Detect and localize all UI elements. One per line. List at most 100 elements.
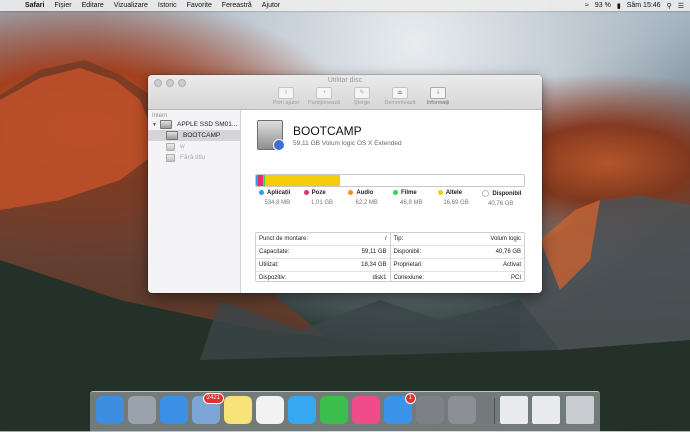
first-aid-label: Prim ajutor (272, 100, 300, 106)
battery-icon[interactable]: ▮ (617, 2, 621, 10)
audio-color-dot (348, 190, 354, 195)
sidebar: Intern ▼ APPLE SSD SM01... BOOTCAMP w Fă… (148, 110, 241, 293)
window-title: Utilitar disc (327, 77, 363, 84)
menu-history[interactable]: Istoric (158, 2, 177, 9)
legend-photos: Poze 1,01 GB (300, 190, 345, 207)
info-value: 40,76 GB (495, 249, 521, 255)
legend-other: Altele 16,69 GB (434, 190, 479, 207)
sidebar-item-bootcamp[interactable]: BOOTCAMP (148, 130, 240, 141)
battery-percent[interactable]: 93 % (595, 2, 611, 9)
safari-icon[interactable] (160, 396, 188, 424)
sidebar-item-disk[interactable]: ▼ APPLE SSD SM01... (148, 119, 240, 130)
available-color-dot (482, 190, 490, 197)
sidebar-item-disk-label: APPLE SSD SM01... (177, 121, 238, 128)
volume-info-table: Punct de montare: / Capacitate: 59,11 GB U… (255, 232, 525, 282)
disk-utility-window: Utilitar disc ⚕ Prim ajutor ◔ Partițione… (148, 75, 542, 293)
toolbar: ⚕ Prim ajutor ◔ Partiționează ✎ Șterge ⏏… (268, 87, 456, 106)
app-store-icon[interactable]: 1 (384, 393, 416, 424)
menu-edit[interactable]: Editare (82, 2, 104, 9)
menu-file[interactable]: Fișier (54, 2, 71, 9)
info-row-used: Utilizat: 18,34 GB (256, 259, 390, 272)
messages-icon[interactable] (288, 396, 316, 424)
notes-icon[interactable] (224, 396, 252, 424)
legend-apps: Aplicații 534,8 MB (255, 190, 300, 207)
menu-view[interactable]: Vizualizare (114, 2, 148, 9)
mail-icon[interactable]: 2421 (192, 393, 224, 424)
sidebar-item-w-label: w (180, 143, 185, 150)
info-button[interactable]: i Informații (420, 87, 456, 106)
disk-utility-icon[interactable] (448, 396, 476, 424)
info-row-connection: Conexiune: PCI (391, 272, 525, 284)
info-column-left: Punct de montare: / Capacitate: 59,11 GB U… (256, 233, 390, 281)
info-row-mount-point: Punct de montare: / (256, 233, 390, 246)
unmount-icon: ⏏ (392, 87, 408, 99)
erase-button[interactable]: ✎ Șterge (344, 87, 380, 106)
dock: 2421 1 (90, 391, 600, 432)
volume-name: BOOTCAMP (293, 124, 362, 138)
first-aid-icon: ⚕ (278, 87, 294, 99)
launchpad-icon[interactable] (128, 396, 156, 424)
legend-available-size: 40,76 GB (488, 201, 514, 208)
info-label: Conexiune: (393, 275, 424, 281)
window-thumbnail-2[interactable] (532, 396, 560, 424)
wifi-icon[interactable]: ≈ (585, 2, 589, 9)
partition-icon: ◔ (316, 87, 332, 99)
menu-app-name[interactable]: Safari (25, 2, 44, 9)
info-icon: i (430, 87, 446, 99)
legend-available: Disponibil 40,76 GB (478, 190, 523, 207)
itunes-icon[interactable] (352, 396, 380, 424)
partition-button[interactable]: ◔ Partiționează (306, 87, 342, 106)
volume-detail-pane: BOOTCAMP 59,11 GB Volum logic OS X Exten… (241, 110, 542, 293)
info-row-device: Dispozitiv: disk1 (256, 272, 390, 284)
window-thumbnail-1[interactable] (500, 396, 528, 424)
info-label: Tip: (393, 236, 404, 242)
other-color-dot (437, 190, 443, 195)
internal-disk-icon (160, 120, 172, 129)
unmount-label: Demontează (384, 100, 416, 106)
spotlight-icon[interactable]: ⚲ (667, 2, 672, 10)
legend-audio-size: 62,2 MB (355, 200, 378, 207)
sidebar-item-w[interactable]: w (148, 141, 240, 152)
apps-color-dot (259, 190, 264, 195)
disclosure-triangle-icon[interactable]: ▼ (152, 122, 158, 128)
dock-badge: 2421 (202, 393, 224, 404)
menubar-clock[interactable]: Sâm 15:46 (627, 2, 661, 9)
photos-color-dot (303, 190, 309, 195)
unmount-button[interactable]: ⏏ Demontează (382, 87, 418, 106)
info-label: Proprietari: (393, 262, 423, 268)
menu-help[interactable]: Ajutor (262, 2, 280, 9)
erase-icon: ✎ (354, 87, 370, 99)
sidebar-item-bootcamp-label: BOOTCAMP (183, 132, 221, 139)
first-aid-button[interactable]: ⚕ Prim ajutor (268, 87, 304, 106)
volume-icon (166, 153, 175, 162)
info-value: 59,11 GB (361, 249, 387, 255)
facetime-icon[interactable] (320, 396, 348, 424)
info-label: Utilizat: (259, 262, 279, 268)
trash-icon[interactable] (566, 396, 594, 424)
legend-movies-name: Filme (401, 190, 417, 197)
info-value: disk1 (372, 275, 387, 281)
info-row-capacity: Capacitate: 59,11 GB (256, 246, 390, 259)
legend-other-size: 16,69 GB (443, 200, 469, 207)
erase-label: Șterge (353, 100, 371, 106)
info-row-type: Tip: Volum logic (390, 233, 524, 246)
partition-label: Partiționează (307, 100, 341, 106)
info-value: / (384, 236, 387, 242)
info-label: Informații (426, 100, 450, 106)
window-titlebar[interactable]: Utilitar disc ⚕ Prim ajutor ◔ Partițione… (148, 75, 542, 110)
photos-icon[interactable] (256, 396, 284, 424)
legend-movies: Filme 46,8 MB (389, 190, 434, 207)
legend-photos-size: 1,01 GB (311, 200, 334, 207)
legend-other-name: Altele (445, 190, 463, 197)
info-label: Punct de montare: (259, 236, 309, 242)
system-preferences-icon[interactable] (416, 396, 444, 424)
sidebar-item-untitled[interactable]: Fără titlu (148, 152, 240, 163)
notification-center-icon[interactable]: ☰ (678, 2, 684, 10)
info-label: Dispozitiv: (259, 275, 287, 281)
menu-bar: Safari Fișier Editare Vizualizare Istori… (0, 0, 690, 11)
storage-usage-bar (255, 174, 525, 187)
info-label: Disponibil: (393, 249, 422, 255)
menu-favorites[interactable]: Favorite (187, 2, 212, 9)
finder-icon[interactable] (96, 396, 124, 424)
menu-window[interactable]: Fereastră (222, 2, 252, 9)
